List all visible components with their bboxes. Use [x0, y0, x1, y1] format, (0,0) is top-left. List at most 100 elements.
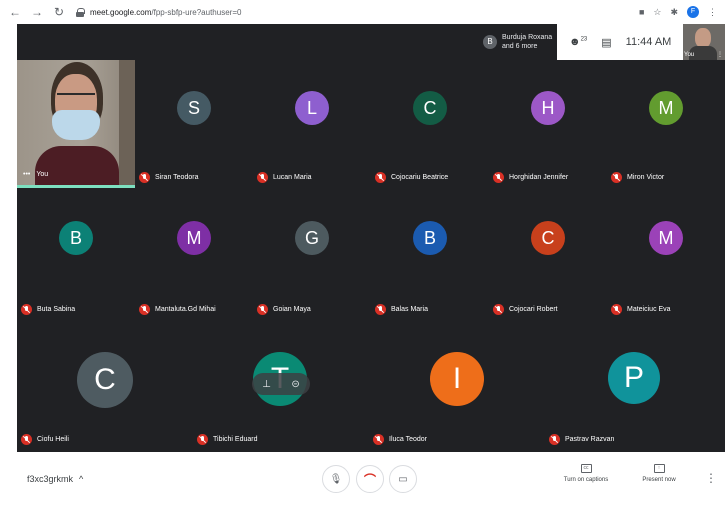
browser-actions: ■ ☆ ✱ F ⋮ [639, 6, 717, 18]
people-icon[interactable]: ☻23 [569, 36, 587, 48]
self-tile-name: You [36, 171, 49, 178]
participant-name: Horghidan Jennifer [509, 174, 569, 181]
participant-name-row[interactable]: Balas Maria [375, 304, 428, 315]
participant-name-row[interactable]: Cojocari Robert [493, 304, 558, 315]
participant-name: Cojocari Robert [509, 306, 558, 313]
self-video-tile[interactable]: ••• You [17, 60, 135, 188]
camera-permission-icon[interactable]: ■ [639, 7, 644, 17]
participant-avatar: B [413, 221, 447, 255]
browser-menu-icon[interactable]: ⋮ [708, 7, 717, 18]
mic-off-icon [375, 304, 386, 315]
mic-off-icon [493, 172, 504, 183]
host-name: Burduja Roxana [502, 34, 553, 41]
mic-off-icon [257, 304, 268, 315]
others-count: and 6 more [502, 43, 538, 50]
self-thumb-menu-icon[interactable]: ⋮ [717, 51, 723, 58]
participant-name-row[interactable]: Horghidan Jennifer [493, 172, 568, 183]
participant-avatar: C [77, 352, 133, 408]
participant-name: Mateiciuc Eva [627, 306, 671, 313]
mic-icon: 🎙 [329, 473, 343, 485]
tile-hover-controls: ⊥ ⊝ [252, 373, 310, 395]
leave-call-button[interactable]: ⌒ [356, 465, 384, 493]
address-bar[interactable]: meet.google.com/fpp-sbfp-ure?authuser=0 [74, 3, 631, 21]
participant-avatar: M [649, 91, 683, 125]
captions-icon: cc [580, 464, 592, 473]
participant-name-row[interactable]: Goian Maya [257, 304, 311, 315]
extensions-icon[interactable]: ✱ [670, 7, 678, 18]
meeting-controls-bar: f3xc3grkmk ^ 🎙 ⌒ ▭ cc Turn on captions ↑… [0, 452, 725, 505]
participant-avatar: L [295, 91, 329, 125]
participant-name-row[interactable]: Siran Teodora [139, 172, 198, 183]
participant-name: Balas Maria [391, 306, 428, 313]
participant-avatar: S [177, 91, 211, 125]
camera-button[interactable]: ▭ [389, 465, 417, 493]
speaking-indicator [17, 185, 135, 188]
participant-name: Iluca Teodor [389, 436, 428, 443]
participant-name-row[interactable]: Cojocariu Beatrice [375, 172, 448, 183]
participant-name: Cojocariu Beatrice [391, 174, 449, 181]
more-options-icon[interactable]: ⋮ [705, 471, 717, 485]
participant-name-row[interactable]: Pastrav Razvan [549, 434, 614, 445]
remove-icon[interactable]: ⊝ [291, 379, 299, 390]
participant-name-row[interactable]: Mantaluta.Gd Mihai [139, 304, 216, 315]
url-text: meet.google.com/fpp-sbfp-ure?authuser=0 [90, 7, 242, 17]
mic-off-icon [549, 434, 560, 445]
self-tile-menu-icon[interactable]: ••• [23, 171, 30, 178]
participant-name-row[interactable]: Lucan Maria [257, 172, 312, 183]
profile-avatar[interactable]: F [687, 6, 699, 18]
captions-button[interactable]: cc Turn on captions [556, 464, 616, 483]
meeting-details[interactable]: f3xc3grkmk ^ [27, 474, 83, 484]
video-face-mask [52, 110, 100, 140]
mic-off-icon [493, 304, 504, 315]
captions-label: Turn on captions [563, 477, 609, 483]
participant-name: Siran Teodora [155, 174, 199, 181]
participant-name: Miron Victor [627, 174, 665, 181]
pin-icon[interactable]: ⊥ [262, 379, 271, 390]
chat-icon[interactable]: ▤ [601, 36, 611, 49]
camera-icon: ▭ [398, 473, 408, 485]
reload-icon[interactable]: ↻ [52, 5, 66, 19]
present-button[interactable]: ↑ Present now [629, 464, 689, 483]
forward-icon[interactable]: → [30, 5, 44, 19]
host-info: Burduja Roxana and 6 more [502, 33, 552, 51]
clock: 11:44 AM [625, 36, 672, 48]
video-shelf [119, 60, 135, 188]
participant-avatar: P [608, 352, 660, 404]
video-body [35, 146, 119, 188]
participant-avatar: C [531, 221, 565, 255]
participant-name-row[interactable]: Miron Victor [611, 172, 664, 183]
participant-name: Tibichi Eduard [213, 436, 258, 443]
self-view-thumbnail[interactable]: You ⋮ [683, 24, 725, 60]
meet-page: ← → ↻ meet.google.com/fpp-sbfp-ure?authu… [0, 0, 725, 505]
participant-avatar: M [649, 221, 683, 255]
mic-off-icon [139, 172, 150, 183]
mic-button[interactable]: 🎙 [322, 465, 350, 493]
mic-off-icon [21, 304, 32, 315]
expand-icon: ^ [79, 474, 84, 484]
host-avatar: B [483, 35, 497, 49]
participant-name: Ciofu Heili [37, 436, 69, 443]
self-tile-label: ••• You [23, 171, 48, 178]
lock-icon [76, 7, 85, 17]
people-count: 23 [580, 36, 588, 43]
participant-name-row[interactable]: Iluca Teodor [373, 434, 427, 445]
mic-off-icon [611, 304, 622, 315]
participant-avatar: M [177, 221, 211, 255]
meeting-top-panel: ☻23 ▤ 11:44 AM [557, 24, 700, 60]
participant-name-row[interactable]: Mateiciuc Eva [611, 304, 671, 315]
participant-name: Buta Sabina [37, 306, 76, 313]
participant-name-row[interactable]: Tibichi Eduard [197, 434, 258, 445]
participant-name-row[interactable]: Ciofu Heili [21, 434, 69, 445]
participant-avatar: G [295, 221, 329, 255]
meeting-code: f3xc3grkmk [27, 474, 74, 484]
mic-off-icon [257, 172, 268, 183]
participant-name-row[interactable]: Buta Sabina [21, 304, 75, 315]
hangup-icon: ⌒ [363, 472, 376, 487]
participant-name: Lucan Maria [273, 174, 312, 181]
participant-name: Mantaluta.Gd Mihai [155, 306, 216, 313]
present-label: Present now [642, 477, 676, 483]
present-icon: ↑ [653, 464, 665, 473]
browser-toolbar: ← → ↻ meet.google.com/fpp-sbfp-ure?authu… [0, 0, 725, 24]
bookmark-star-icon[interactable]: ☆ [653, 7, 661, 18]
back-icon[interactable]: ← [8, 5, 22, 19]
